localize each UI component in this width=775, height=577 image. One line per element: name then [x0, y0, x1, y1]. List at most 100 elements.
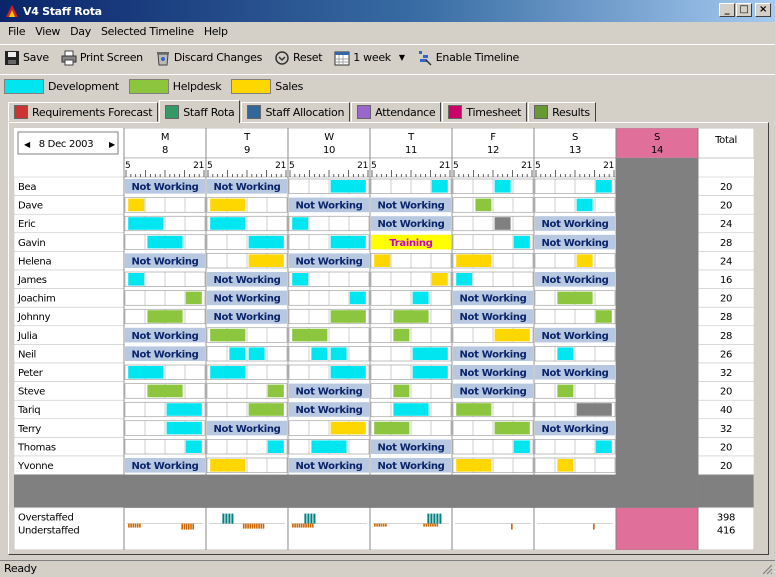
not-working-label: Not Working	[131, 461, 198, 472]
discard-changes-button[interactable]: Discard Changes	[155, 50, 262, 66]
shift-block[interactable]	[210, 366, 246, 379]
shift-block[interactable]	[210, 328, 246, 342]
tab-staff-rota[interactable]: Staff Rota	[159, 100, 241, 123]
shift-block[interactable]	[311, 440, 347, 453]
shift-block[interactable]	[393, 328, 410, 342]
shift-block[interactable]	[374, 254, 391, 267]
shift-block[interactable]	[248, 235, 284, 249]
shift-block[interactable]	[475, 198, 492, 212]
resize-grip-icon[interactable]	[761, 563, 773, 575]
shift-block[interactable]	[128, 217, 164, 230]
staff-name: Terry	[17, 424, 41, 435]
shift-block[interactable]	[456, 254, 492, 267]
hour-end-label: 21	[521, 161, 532, 171]
shift-block[interactable]	[412, 366, 448, 379]
shift-block[interactable]	[210, 217, 246, 230]
shift-block[interactable]	[557, 347, 574, 360]
shift-block[interactable]	[330, 366, 366, 379]
hour-start-label: 5	[453, 161, 458, 171]
shift-block[interactable]	[557, 291, 593, 305]
day-number: 14	[651, 145, 663, 156]
menu-help[interactable]: Help	[199, 25, 233, 38]
shift-block[interactable]	[185, 291, 202, 305]
menu-selected-timeline[interactable]: Selected Timeline	[96, 25, 199, 38]
overstaffed-bar	[430, 513, 433, 524]
shift-block[interactable]	[595, 440, 612, 453]
legend-sales-label: Sales	[275, 80, 304, 93]
shift-block[interactable]	[292, 328, 328, 342]
menu-file[interactable]: File	[3, 25, 30, 38]
tab-staff-allocation[interactable]: Staff Allocation	[241, 102, 351, 122]
shift-block[interactable]	[456, 403, 492, 416]
print-screen-button[interactable]: Print Screen	[61, 50, 143, 66]
shift-block[interactable]	[248, 347, 265, 360]
shift-block[interactable]	[330, 421, 366, 435]
shift-block[interactable]	[248, 254, 284, 267]
shift-block[interactable]	[393, 403, 429, 416]
tab-timesheet[interactable]: Timesheet	[442, 102, 528, 122]
reset-button[interactable]: Reset	[274, 50, 323, 66]
menu-day[interactable]: Day	[65, 25, 96, 38]
shift-block[interactable]	[595, 180, 612, 193]
shift-block[interactable]	[412, 347, 448, 360]
shift-block[interactable]	[513, 235, 530, 249]
shift-block[interactable]	[330, 310, 366, 323]
shift-block[interactable]	[576, 403, 612, 416]
tab-attendance[interactable]: Attendance	[351, 102, 442, 122]
shift-block[interactable]	[267, 384, 284, 398]
shift-block[interactable]	[147, 384, 183, 398]
shift-block[interactable]	[431, 273, 448, 286]
shift-block[interactable]	[557, 459, 574, 472]
shift-block[interactable]	[330, 347, 347, 360]
shift-block[interactable]	[576, 254, 593, 267]
shift-block[interactable]	[128, 366, 164, 379]
shift-block[interactable]	[311, 347, 328, 360]
close-button[interactable]: ×	[755, 3, 771, 17]
tab-results[interactable]: Results	[528, 102, 596, 122]
tab-requirements-forecast[interactable]: Requirements Forecast	[8, 102, 159, 122]
shift-block[interactable]	[494, 180, 511, 193]
shift-block[interactable]	[185, 440, 202, 453]
shift-block[interactable]	[128, 198, 145, 212]
shift-block[interactable]	[349, 291, 366, 305]
shift-block[interactable]	[166, 421, 202, 435]
shift-block[interactable]	[393, 310, 429, 323]
shift-block[interactable]	[210, 459, 246, 472]
shift-block[interactable]	[267, 440, 284, 453]
shift-block[interactable]	[210, 198, 246, 212]
shift-block[interactable]	[248, 403, 284, 416]
shift-block[interactable]	[330, 180, 366, 193]
shift-block[interactable]	[595, 310, 612, 323]
shift-block[interactable]	[456, 273, 473, 286]
shift-block[interactable]	[147, 235, 183, 249]
shift-block[interactable]	[576, 198, 593, 212]
menu-view[interactable]: View	[30, 25, 65, 38]
minimize-button[interactable]: _	[719, 3, 735, 17]
shift-block[interactable]	[513, 440, 530, 453]
understaffed-bar	[258, 523, 260, 529]
shift-block[interactable]	[147, 310, 183, 323]
shift-block[interactable]	[456, 459, 492, 472]
shift-block[interactable]	[292, 273, 309, 286]
shift-block[interactable]	[494, 328, 530, 342]
shift-block[interactable]	[128, 273, 145, 286]
shift-block[interactable]	[494, 217, 511, 230]
save-button[interactable]: Save	[4, 50, 49, 66]
shift-block[interactable]	[292, 217, 309, 230]
shift-block[interactable]	[393, 384, 410, 398]
enable-timeline-button[interactable]: Enable Timeline	[417, 50, 519, 66]
shift-block[interactable]	[330, 235, 366, 249]
shift-block[interactable]	[557, 384, 574, 398]
shift-block[interactable]	[412, 291, 429, 305]
maximize-button[interactable]: □	[736, 3, 752, 17]
shift-block[interactable]	[431, 180, 448, 193]
period-dropdown[interactable]: 1 week ▼	[334, 50, 405, 66]
understaffed-total: 416	[717, 526, 735, 537]
not-working-label: Not Working	[459, 349, 526, 360]
understaffed-bar	[136, 523, 139, 528]
status-bar: Ready	[0, 560, 775, 577]
shift-block[interactable]	[166, 403, 202, 416]
shift-block[interactable]	[229, 347, 246, 360]
shift-block[interactable]	[374, 421, 410, 435]
shift-block[interactable]	[494, 421, 530, 435]
